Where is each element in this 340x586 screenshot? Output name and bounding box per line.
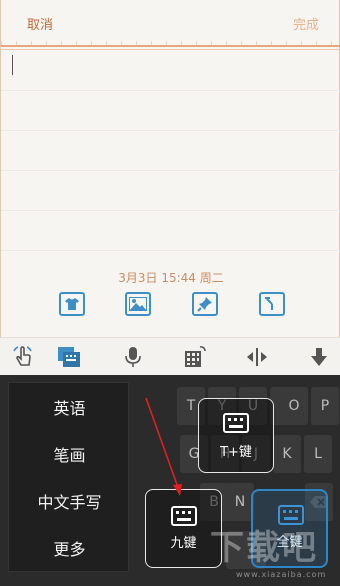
watermark-logo: 下载吧 — [210, 528, 318, 568]
watermark-url: www.xiazaiba.com — [236, 570, 327, 579]
annotation-arrow — [145, 397, 182, 496]
